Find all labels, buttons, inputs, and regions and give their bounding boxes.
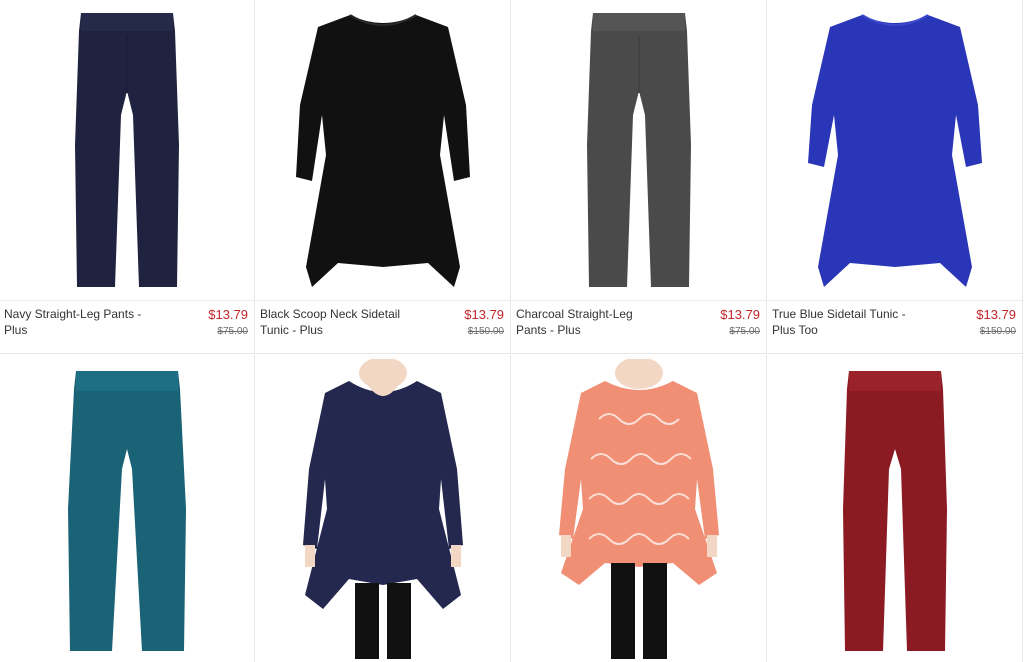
product-name[interactable]: Black Scoop Neck Sidetail Tunic - Plus bbox=[260, 306, 410, 338]
tunic-image bbox=[808, 14, 982, 287]
product-grid: Navy Straight-Leg Pants - Plus $13.79 $7… bbox=[0, 0, 1024, 662]
product-card-navy-tunic-model[interactable] bbox=[256, 356, 511, 662]
product-card-blue-tunic[interactable]: True Blue Sidetail Tunic - Plus Too $13.… bbox=[768, 0, 1023, 354]
pants-image bbox=[587, 13, 691, 287]
sale-price: $13.79 bbox=[720, 307, 760, 322]
original-price: $150.00 bbox=[979, 326, 1016, 337]
product-image[interactable] bbox=[0, 0, 254, 301]
product-card-burgundy-pants[interactable] bbox=[768, 356, 1023, 662]
product-card-black-tunic[interactable]: Black Scoop Neck Sidetail Tunic - Plus $… bbox=[256, 0, 511, 354]
product-image[interactable] bbox=[256, 356, 510, 662]
original-price: $75.00 bbox=[729, 326, 760, 337]
product-image[interactable] bbox=[256, 0, 510, 301]
product-image[interactable] bbox=[0, 356, 254, 662]
product-info: Black Scoop Neck Sidetail Tunic - Plus $… bbox=[256, 301, 510, 354]
product-card-teal-pants[interactable] bbox=[0, 356, 255, 662]
pants-image bbox=[68, 371, 186, 651]
product-card-coral-tunic-model[interactable] bbox=[512, 356, 767, 662]
product-image[interactable] bbox=[768, 356, 1022, 662]
pants-image bbox=[75, 13, 179, 287]
tunic-image bbox=[296, 14, 470, 287]
product-info: Navy Straight-Leg Pants - Plus $13.79 $7… bbox=[0, 301, 254, 354]
product-image[interactable] bbox=[768, 0, 1022, 301]
sale-price: $13.79 bbox=[976, 307, 1016, 322]
product-image[interactable] bbox=[512, 0, 766, 301]
original-price: $75.00 bbox=[217, 326, 248, 337]
sale-price: $13.79 bbox=[208, 307, 248, 322]
product-info: Charcoal Straight-Leg Pants - Plus $13.7… bbox=[512, 301, 766, 354]
tunic-model-image bbox=[559, 359, 719, 659]
original-price: $150.00 bbox=[467, 326, 504, 337]
sale-price: $13.79 bbox=[464, 307, 504, 322]
product-name[interactable]: True Blue Sidetail Tunic - Plus Too bbox=[772, 306, 922, 338]
product-image[interactable] bbox=[512, 356, 766, 662]
pants-image bbox=[843, 371, 947, 651]
product-info: True Blue Sidetail Tunic - Plus Too $13.… bbox=[768, 301, 1022, 354]
product-name[interactable]: Navy Straight-Leg Pants - Plus bbox=[4, 306, 154, 338]
product-card-charcoal-pants[interactable]: Charcoal Straight-Leg Pants - Plus $13.7… bbox=[512, 0, 767, 354]
product-card-navy-pants[interactable]: Navy Straight-Leg Pants - Plus $13.79 $7… bbox=[0, 0, 255, 354]
product-name[interactable]: Charcoal Straight-Leg Pants - Plus bbox=[516, 306, 666, 338]
tunic-model-image bbox=[303, 359, 463, 659]
